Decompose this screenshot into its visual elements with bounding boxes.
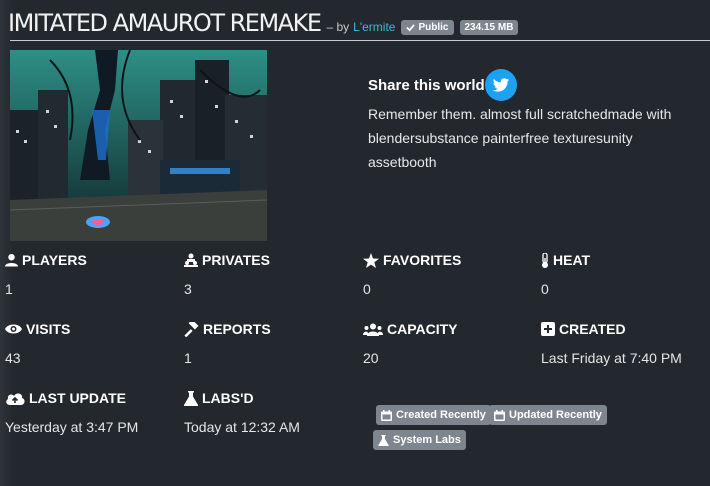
stat-heat: HEAT 0 [541, 252, 590, 297]
stat-last-update: LAST UPDATE Yesterday at 3:47 PM [5, 390, 138, 435]
twitter-share-button[interactable] [485, 69, 517, 101]
tag-created-recently[interactable]: Created Recently [376, 405, 491, 425]
stat-visits: VISITS 43 [5, 321, 70, 366]
tag-label: Created Recently [396, 409, 486, 421]
check-icon [406, 23, 416, 32]
world-description: Remember them. almost full scratchedmade… [368, 106, 672, 170]
stat-labsd-label: LABS'D [202, 390, 254, 406]
title-divider [10, 40, 710, 41]
calendar-icon [381, 409, 392, 421]
stat-players-label: PLAYERS [22, 252, 87, 268]
world-title: IMITATED AMAUROT REMAKE [8, 9, 322, 37]
tag-updated-recently[interactable]: Updated Recently [489, 405, 607, 425]
stat-capacity-label: CAPACITY [387, 321, 458, 337]
flask-icon [378, 434, 389, 446]
eye-icon [5, 324, 22, 334]
stat-reports-value: 1 [184, 350, 192, 366]
stat-capacity: CAPACITY 20 [363, 321, 458, 366]
flask-icon [184, 390, 198, 406]
size-badge: 234.15 MB [459, 19, 519, 35]
users-private-icon [184, 253, 198, 267]
stat-last-update-label: LAST UPDATE [29, 390, 126, 406]
stat-heat-value: 0 [541, 281, 549, 297]
by-prefix: – by [326, 20, 350, 34]
stat-privates-label: PRIVATES [202, 252, 270, 268]
stat-labsd: LABS'D Today at 12:32 AM [184, 390, 300, 435]
stat-players-value: 1 [5, 281, 13, 297]
stat-capacity-value: 20 [363, 350, 379, 366]
tag-system-labs[interactable]: System Labs [373, 430, 466, 450]
tag-label: Updated Recently [509, 409, 602, 421]
user-icon [5, 253, 18, 267]
stat-labsd-value: Today at 12:32 AM [184, 419, 300, 435]
star-icon [363, 252, 379, 268]
stat-reports-label: REPORTS [203, 321, 271, 337]
share-heading: Share this world [368, 77, 485, 94]
stat-visits-value: 43 [5, 350, 21, 366]
world-thumbnail [10, 50, 267, 241]
thermometer-icon [542, 252, 548, 268]
author-link[interactable]: L'ermite [353, 20, 395, 34]
stat-favorites-label: FAVORITES [383, 252, 462, 268]
title-row: IMITATED AMAUROT REMAKE – by L'ermite Pu… [8, 6, 710, 40]
users-icon [363, 323, 383, 336]
stat-created-label: CREATED [559, 321, 626, 337]
calendar-icon [494, 409, 505, 421]
cloud-upload-icon [6, 393, 25, 405]
stat-privates-value: 3 [184, 281, 192, 297]
stat-created-value: Last Friday at 7:40 PM [541, 350, 682, 366]
stat-reports: REPORTS 1 [184, 321, 271, 366]
world-thumbnail-image [10, 50, 267, 241]
visibility-label: Public [418, 21, 449, 33]
stat-visits-label: VISITS [26, 321, 71, 337]
plus-square-icon [541, 322, 555, 336]
stat-favorites: FAVORITES 0 [363, 252, 461, 297]
stat-created: CREATED Last Friday at 7:40 PM [541, 321, 682, 366]
hammer-icon [184, 321, 199, 337]
visibility-badge: Public [401, 19, 454, 35]
stat-heat-label: HEAT [553, 252, 591, 268]
stat-favorites-value: 0 [363, 281, 371, 297]
tag-label: System Labs [393, 434, 461, 446]
stat-privates: PRIVATES 3 [184, 252, 270, 297]
stat-players: PLAYERS 1 [5, 252, 87, 297]
stat-last-update-value: Yesterday at 3:47 PM [5, 419, 139, 435]
twitter-icon [492, 77, 510, 92]
